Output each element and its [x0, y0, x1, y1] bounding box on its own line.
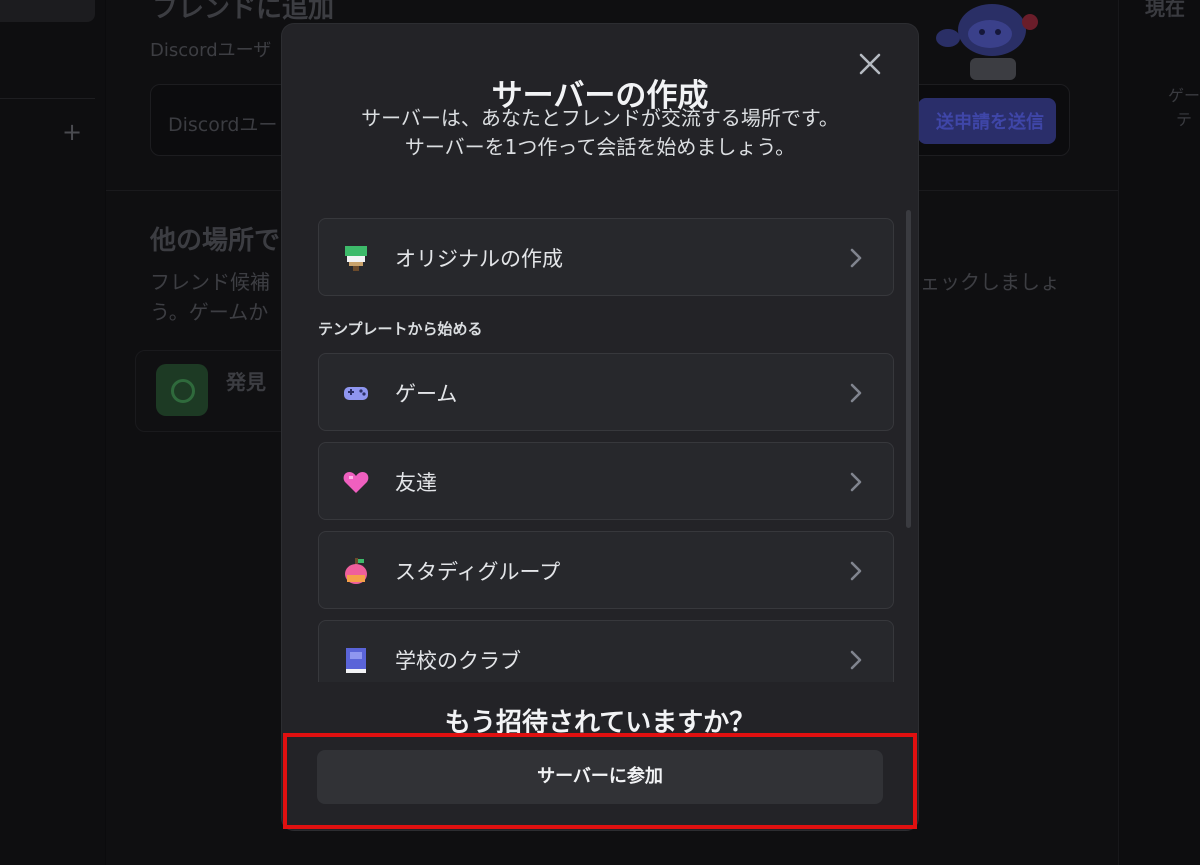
description-line: サーバーを1つ作って会話を始めましょう。	[404, 135, 796, 159]
option-label: 学校のクラブ	[395, 649, 521, 673]
join-server-button[interactable]: サーバーに参加	[317, 750, 883, 804]
paintbrush-icon	[345, 246, 367, 271]
templates-heading: テンプレートから始める	[318, 320, 483, 338]
invite-question: もう招待されていますか？	[444, 708, 756, 738]
create-server-modal: サーバーの作成 サーバーは、あなたとフレンドが交流する場所です。 サーバーを1つ…	[282, 24, 918, 830]
other-places-title: 他の場所で	[150, 226, 281, 256]
close-icon[interactable]	[854, 48, 886, 80]
chevron-right-icon	[850, 248, 862, 268]
modal-description: サーバーは、あなたとフレンドが交流する場所です。 サーバーを1つ作って会話を始め…	[282, 104, 918, 162]
add-server-icon[interactable]: +	[62, 118, 82, 146]
option-label: オリジナルの作成	[395, 247, 563, 271]
template-option-game[interactable]: ゲーム	[318, 353, 894, 431]
add-friend-subtitle: Discordユーザ	[150, 40, 272, 61]
active-now-text: テ	[1176, 110, 1193, 129]
apple-icon	[345, 558, 367, 584]
wumpus-mascot-icon	[936, 4, 1038, 80]
chevron-right-icon	[850, 383, 862, 403]
option-label: 友達	[395, 471, 437, 495]
add-friend-title: フレンドに追加	[152, 0, 335, 24]
gamepad-icon	[344, 387, 368, 400]
send-request-button[interactable]: 送申請を送信	[918, 98, 1056, 144]
chevron-right-icon	[850, 472, 862, 492]
other-places-text: ェックしましょ	[920, 270, 1060, 294]
book-icon	[346, 648, 366, 673]
heart-icon	[343, 472, 369, 493]
active-now-text: ゲー	[1168, 86, 1200, 105]
server-rail: +	[0, 0, 105, 865]
chevron-right-icon	[850, 650, 862, 670]
close-button[interactable]	[854, 48, 886, 80]
add-friend-placeholder: Discordユー	[168, 114, 278, 136]
option-label: スタディグループ	[395, 560, 561, 584]
explore-label: 発見	[226, 370, 266, 394]
description-line: サーバーは、あなたとフレンドが交流する場所です。	[361, 106, 839, 130]
other-places-text: う。ゲームか	[150, 300, 269, 324]
scrollbar[interactable]	[906, 210, 911, 528]
other-places-text: フレンド候補	[150, 270, 270, 294]
template-option-study-group[interactable]: スタディグループ	[318, 531, 894, 609]
chevron-right-icon	[850, 561, 862, 581]
option-label: ゲーム	[395, 382, 458, 406]
options-scroll-area: オリジナルの作成 テンプレートから始める ゲーム 友達 スタディグループ 学校の…	[282, 206, 918, 682]
rail-divider	[0, 98, 95, 99]
compass-icon	[156, 364, 208, 416]
active-now-title: 現在	[1145, 0, 1185, 20]
rail-pill	[0, 0, 95, 22]
create-original-option[interactable]: オリジナルの作成	[318, 218, 894, 296]
template-option-friends[interactable]: 友達	[318, 442, 894, 520]
template-option-school-club[interactable]: 学校のクラブ	[318, 620, 894, 682]
